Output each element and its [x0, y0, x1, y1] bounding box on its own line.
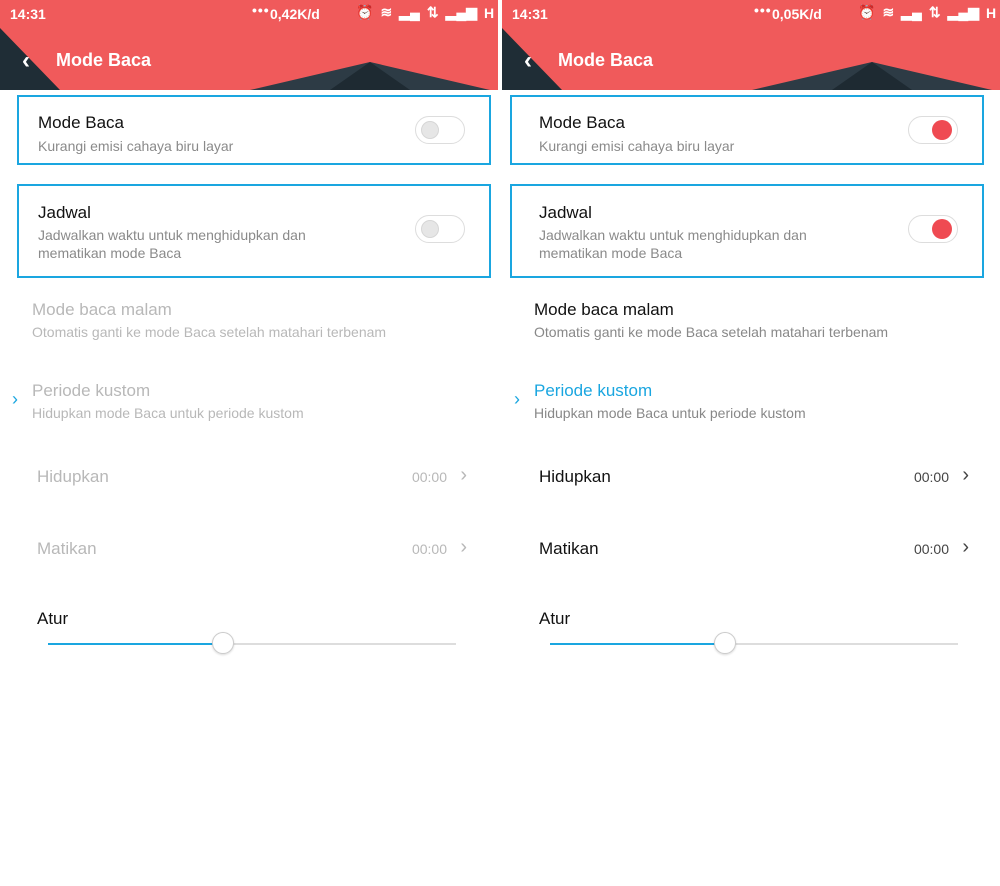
network-speed: 0,05K/d: [772, 6, 822, 22]
mode-baca-malam-item[interactable]: Mode baca malam Otomatis ganti ke mode B…: [534, 300, 888, 340]
jadwal-toggle[interactable]: [908, 215, 958, 243]
slider-fill: [550, 643, 726, 645]
chevron-left-icon[interactable]: ‹: [524, 47, 532, 75]
mode-baca-title: Mode Baca: [38, 113, 124, 132]
status-time: 14:31: [10, 6, 46, 22]
row-label: Matikan: [37, 539, 97, 558]
wifi-icon: ≋: [882, 4, 895, 20]
network-type: H: [484, 4, 495, 21]
periode-kustom-item[interactable]: Periode kustom Hidupkan mode Baca untuk …: [32, 381, 304, 421]
page-title: Mode Baca: [558, 50, 654, 70]
header-decoration: [502, 28, 562, 90]
chevron-right-icon: ›: [460, 464, 467, 486]
matikan-row[interactable]: Matikan 00:00 ›: [539, 536, 969, 559]
mode-baca-toggle[interactable]: [908, 116, 958, 144]
jadwal-subtitle: Jadwalkan waktu untuk menghidupkan dan m…: [539, 227, 807, 261]
slider-thumb[interactable]: [212, 632, 235, 654]
signal-icon: ▂▄: [901, 4, 922, 20]
mode-baca-card: Mode Baca Kurangi emisi cahaya biru laya…: [17, 95, 491, 165]
jadwal-title: Jadwal: [38, 203, 91, 222]
row-value: 00:00: [913, 469, 949, 485]
alarm-off-icon: ⏰: [356, 4, 374, 20]
item-title: Periode kustom: [534, 381, 653, 400]
atur-label: Atur: [37, 609, 69, 628]
header: 14:31 ••• 0,42K/d ⏰ ≋ ▂▄ ⇅ ▂▄▆ H ‹ Mode …: [0, 0, 498, 90]
chevron-right-icon: ›: [460, 536, 467, 558]
signal-icon: ▂▄: [399, 4, 420, 20]
mode-baca-toggle[interactable]: [415, 116, 465, 144]
hidupkan-row[interactable]: Hidupkan 00:00 ›: [37, 464, 467, 487]
chevron-left-icon[interactable]: ‹: [22, 47, 30, 75]
row-value: 00:00: [913, 541, 949, 557]
network-type: H: [986, 4, 997, 21]
row-label: Matikan: [539, 539, 599, 558]
mode-baca-title: Mode Baca: [539, 113, 625, 132]
data-arrows-icon: ⇅: [426, 4, 439, 20]
alarm-off-icon: ⏰: [858, 4, 876, 20]
toggle-knob: [932, 219, 952, 239]
item-title: Mode baca malam: [32, 300, 172, 319]
status-bar: 14:31 ••• 0,42K/d ⏰ ≋ ▂▄ ⇅ ▂▄▆ H: [0, 0, 498, 28]
chevron-right-icon: ›: [514, 389, 520, 409]
status-bar: 14:31 ••• 0,05K/d ⏰ ≋ ▂▄ ⇅ ▂▄▆ H: [502, 0, 1000, 28]
wifi-icon: ≋: [380, 4, 393, 20]
jadwal-toggle[interactable]: [415, 215, 465, 243]
toggle-knob: [932, 120, 952, 140]
mode-baca-subtitle: Kurangi emisi cahaya biru layar: [539, 138, 735, 154]
jadwal-card: Jadwal Jadwalkan waktu untuk menghidupka…: [510, 184, 984, 278]
header-decoration: [0, 28, 60, 90]
jadwal-title: Jadwal: [539, 203, 592, 222]
item-subtitle: Hidupkan mode Baca untuk periode kustom: [32, 405, 304, 421]
hidupkan-row[interactable]: Hidupkan 00:00 ›: [539, 464, 969, 487]
jadwal-card: Jadwal Jadwalkan waktu untuk menghidupka…: [17, 184, 491, 278]
mode-baca-subtitle: Kurangi emisi cahaya biru layar: [38, 138, 234, 154]
status-time: 14:31: [512, 6, 548, 22]
more-dots-icon: •••: [252, 2, 270, 18]
item-subtitle: Hidupkan mode Baca untuk periode kustom: [534, 405, 806, 421]
row-value: 00:00: [411, 541, 447, 557]
network-speed: 0,42K/d: [270, 6, 320, 22]
toggle-knob: [421, 220, 439, 238]
screen-right: 14:31 ••• 0,05K/d ⏰ ≋ ▂▄ ⇅ ▂▄▆ H ‹ Mode …: [502, 0, 1000, 886]
atur-label: Atur: [539, 609, 571, 628]
item-title: Periode kustom: [32, 381, 151, 400]
intensity-slider[interactable]: [550, 632, 958, 654]
intensity-slider[interactable]: [48, 632, 456, 654]
chevron-right-icon: ›: [962, 536, 969, 558]
slider-fill: [48, 643, 224, 645]
status-icons: ⏰ ≋ ▂▄ ⇅ ▂▄▆ H: [356, 4, 498, 21]
signal-icon: ▂▄▆: [445, 4, 478, 20]
jadwal-subtitle: Jadwalkan waktu untuk menghidupkan dan m…: [38, 227, 306, 261]
status-icons: ⏰ ≋ ▂▄ ⇅ ▂▄▆ H: [858, 4, 1000, 21]
item-subtitle: Otomatis ganti ke mode Baca setelah mata…: [534, 324, 889, 340]
periode-kustom-item[interactable]: Periode kustom Hidupkan mode Baca untuk …: [534, 381, 806, 421]
mode-baca-card: Mode Baca Kurangi emisi cahaya biru laya…: [510, 95, 984, 165]
header: 14:31 ••• 0,05K/d ⏰ ≋ ▂▄ ⇅ ▂▄▆ H ‹ Mode …: [502, 0, 1000, 90]
screen-left: 14:31 ••• 0,42K/d ⏰ ≋ ▂▄ ⇅ ▂▄▆ H ‹ Mode …: [0, 0, 498, 886]
chevron-right-icon: ›: [12, 389, 18, 409]
row-value: 00:00: [411, 469, 447, 485]
item-title: Mode baca malam: [534, 300, 674, 319]
matikan-row[interactable]: Matikan 00:00 ›: [37, 536, 467, 559]
slider-thumb[interactable]: [714, 632, 737, 654]
row-label: Hidupkan: [37, 467, 109, 486]
item-subtitle: Otomatis ganti ke mode Baca setelah mata…: [32, 324, 387, 340]
toggle-knob: [421, 121, 439, 139]
signal-icon: ▂▄▆: [947, 4, 980, 20]
header-decoration: [330, 62, 410, 90]
page-title: Mode Baca: [56, 50, 152, 70]
mode-baca-malam-item[interactable]: Mode baca malam Otomatis ganti ke mode B…: [32, 300, 386, 340]
data-arrows-icon: ⇅: [928, 4, 941, 20]
chevron-right-icon: ›: [962, 464, 969, 486]
row-label: Hidupkan: [539, 467, 611, 486]
more-dots-icon: •••: [754, 2, 772, 18]
header-decoration: [832, 62, 912, 90]
